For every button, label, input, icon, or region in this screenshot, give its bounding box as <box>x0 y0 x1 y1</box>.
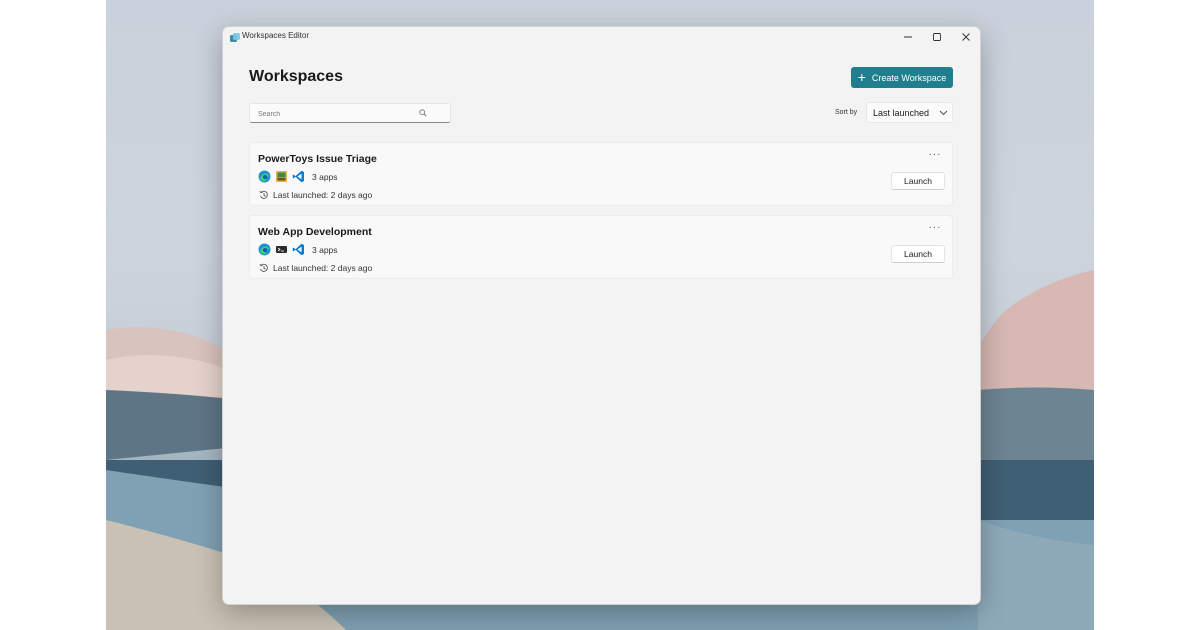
plus-icon: + <box>857 69 866 85</box>
search-icon[interactable] <box>419 109 427 117</box>
history-icon <box>259 263 268 272</box>
chevron-down-icon <box>939 110 948 116</box>
workspaces-editor-window: Workspaces Editor Workspaces + Create Wo… <box>222 26 981 605</box>
minimize-button[interactable] <box>893 27 922 47</box>
launch-button[interactable]: Launch <box>891 172 945 190</box>
workspace-name: PowerToys Issue Triage <box>258 153 377 165</box>
sort-by-label: Sort by <box>835 109 858 116</box>
workspace-card[interactable]: PowerToys Issue Triage 3 apps Last launc… <box>249 142 953 206</box>
apps-count: 3 apps <box>312 245 338 255</box>
create-workspace-button[interactable]: + Create Workspace <box>851 67 953 88</box>
window-title: Workspaces Editor <box>242 31 309 40</box>
launch-button[interactable]: Launch <box>891 245 945 263</box>
search-input[interactable] <box>256 106 420 122</box>
page-title: Workspaces <box>249 68 343 85</box>
search-box[interactable] <box>249 103 451 123</box>
edge-icon <box>258 170 271 183</box>
more-options-button[interactable]: ··· <box>926 150 944 161</box>
workspace-app-icons <box>258 170 305 183</box>
last-launched-text: Last launched: 2 days ago <box>273 263 373 273</box>
more-options-button[interactable]: ··· <box>926 223 944 234</box>
terminal-icon <box>275 243 288 256</box>
image-viewer-icon <box>275 170 288 183</box>
sort-dropdown[interactable]: Last launched <box>866 102 953 123</box>
workspaces-app-icon <box>229 31 241 43</box>
workspace-card[interactable]: Web App Development 3 apps Last launched… <box>249 215 953 279</box>
vscode-icon <box>292 170 305 183</box>
maximize-button[interactable] <box>922 27 951 47</box>
close-button[interactable] <box>951 27 980 47</box>
last-launched-text: Last launched: 2 days ago <box>273 190 373 200</box>
maximize-icon <box>932 33 941 41</box>
vscode-icon <box>292 243 305 256</box>
minimize-icon <box>903 36 912 38</box>
title-bar[interactable]: Workspaces Editor <box>223 27 980 47</box>
edge-icon <box>258 243 271 256</box>
history-icon <box>259 190 268 199</box>
create-workspace-label: Create Workspace <box>871 72 947 83</box>
workspace-name: Web App Development <box>258 226 372 238</box>
apps-count: 3 apps <box>312 172 338 182</box>
sort-selected-value: Last launched <box>873 108 930 118</box>
close-icon <box>961 33 970 41</box>
workspace-app-icons <box>258 243 305 256</box>
